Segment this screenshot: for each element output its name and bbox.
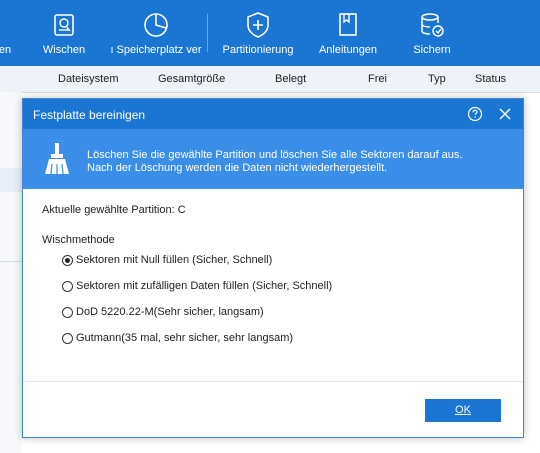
- toolbar-item-partial[interactable]: en: [0, 0, 20, 66]
- current-partition-label: Aktuelle gewählte Partition: C: [42, 204, 186, 216]
- background-divider: [0, 261, 22, 262]
- background-panel: [0, 92, 22, 453]
- shield-plus-icon: [247, 12, 269, 38]
- toolbar-item-label: Anleitungen: [318, 44, 378, 56]
- toolbar-item-label: Sichern: [413, 44, 451, 56]
- info-banner: Löschen Sie die gewählte Partition und l…: [23, 129, 523, 189]
- dialog-footer-divider: [23, 381, 523, 382]
- toolbar-divider: [207, 14, 208, 52]
- banner-line-1: Löschen Sie die gewählte Partition und l…: [87, 149, 463, 161]
- toolbar-guides-button[interactable]: Anleitungen: [313, 0, 383, 66]
- radio-button[interactable]: [62, 333, 73, 344]
- toolbar-partition-button[interactable]: Partitionierung: [218, 0, 298, 66]
- wipe-method-option-label: DoD 5220.22-M(Sehr sicher, langsam): [76, 306, 264, 318]
- close-icon[interactable]: [497, 106, 513, 122]
- radio-button-selected[interactable]: [62, 255, 73, 266]
- wipe-method-option-label: Gutmann(35 mal, sehr sicher, sehr langsa…: [76, 332, 294, 344]
- radio-button[interactable]: [62, 307, 73, 318]
- column-header[interactable]: Gesamtgröße: [158, 73, 225, 85]
- wipe-partition-dialog: Festplatte bereinigen Löschen Sie die ge…: [22, 98, 524, 438]
- toolbar-wipe-button[interactable]: Wischen: [34, 0, 94, 66]
- toolbar-item-label: ı Speicherplatz ver: [110, 44, 202, 56]
- help-icon[interactable]: [466, 105, 484, 123]
- book-icon: [339, 13, 357, 36]
- column-header[interactable]: Status: [475, 73, 506, 85]
- database-backup-icon: [421, 13, 444, 37]
- banner-line-2: Nach der Löschung werden die Daten nicht…: [87, 162, 388, 174]
- toolbar-item-label: Wischen: [42, 44, 86, 56]
- partition-table-header: Dateisystem Gesamtgröße Belegt Frei Typ …: [0, 66, 540, 93]
- toolbar-backup-button[interactable]: Sichern: [402, 0, 462, 66]
- background-selected-row: [0, 168, 22, 192]
- column-header[interactable]: Dateisystem: [58, 73, 119, 85]
- toolbar-space-button[interactable]: ı Speicherplatz ver: [108, 0, 204, 66]
- wipe-disk-icon: [54, 14, 74, 36]
- column-header[interactable]: Belegt: [275, 73, 306, 85]
- main-toolbar: en Wischen ı Speicherplatz ver Partition…: [0, 0, 540, 66]
- wipe-method-label: Wischmethode: [42, 234, 115, 246]
- dialog-title: Festplatte bereinigen: [33, 108, 146, 122]
- column-header[interactable]: Frei: [368, 73, 387, 85]
- radio-button[interactable]: [62, 281, 73, 292]
- wipe-method-option-label: Sektoren mit zufälligen Daten füllen (Si…: [76, 280, 333, 292]
- ok-button[interactable]: OK: [425, 399, 501, 422]
- wipe-method-option-label: Sektoren mit Null füllen (Sicher, Schnel…: [76, 254, 273, 266]
- pie-chart-icon: [144, 13, 168, 37]
- column-header[interactable]: Typ: [428, 73, 446, 85]
- toolbar-item-label: Partitionierung: [222, 44, 294, 56]
- toolbar-item-label: en: [0, 44, 12, 56]
- dialog-titlebar: Festplatte bereinigen: [23, 99, 523, 129]
- broom-icon: [45, 143, 69, 175]
